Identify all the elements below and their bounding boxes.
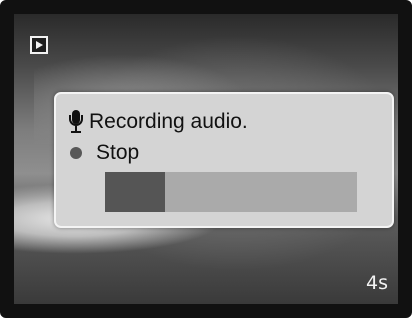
recording-progress-bar [105,172,357,212]
play-icon [30,36,48,54]
recording-label: Recording audio. [89,110,248,133]
stop-option[interactable]: Stop [68,141,139,165]
recording-timer: 4s [366,272,388,294]
recording-progress-fill [105,172,166,212]
recording-dialog: Recording audio. Stop [54,92,394,228]
playback-screen: Recording audio. Stop 4s [14,14,398,304]
stop-label[interactable]: Stop [96,141,139,165]
dot-icon [70,147,82,159]
recording-status-row: Recording audio. [68,110,248,134]
camera-lcd-frame: Recording audio. Stop 4s [0,0,412,318]
microphone-icon [68,110,84,134]
